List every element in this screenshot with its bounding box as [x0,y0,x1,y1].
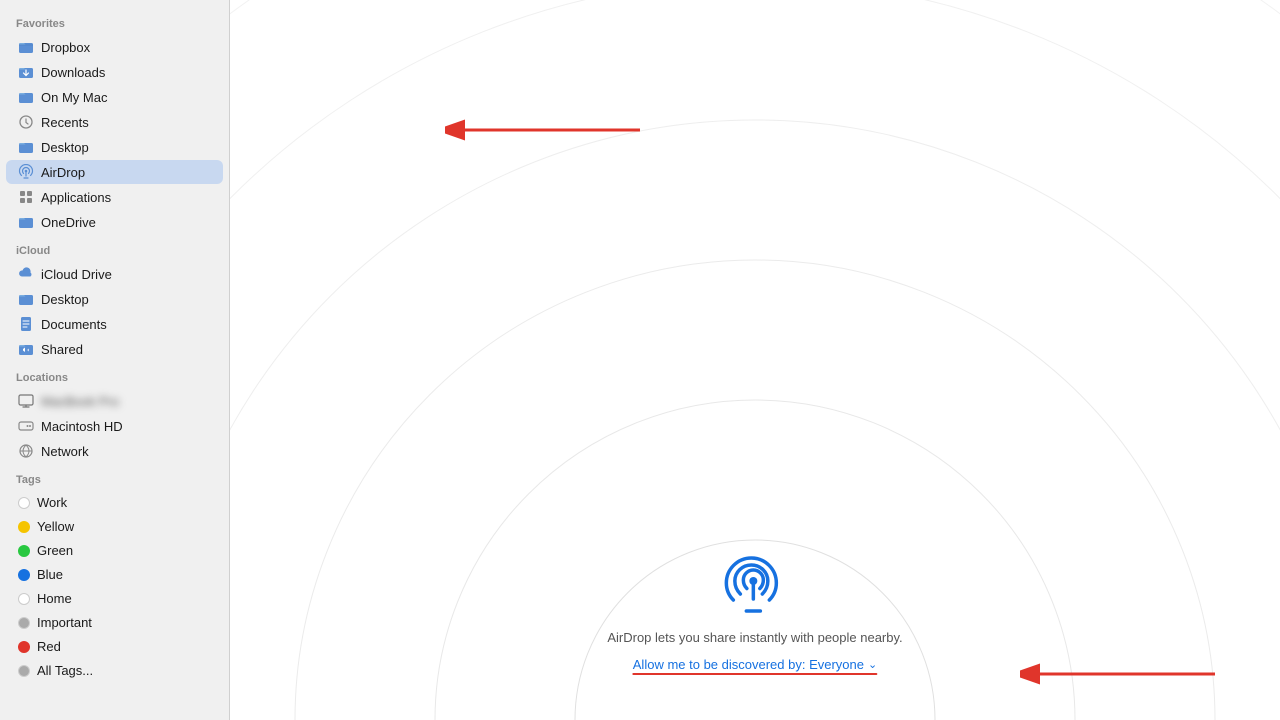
sidebar-item-shared[interactable]: Shared [6,337,223,361]
sidebar-item-desktop[interactable]: Desktop [6,135,223,159]
icloud-desktop-label: Desktop [41,292,89,307]
sidebar-item-all-tags[interactable]: All Tags... [6,659,223,682]
sidebar: Favorites Dropbox Downloads [0,0,230,720]
shared-icon [18,341,34,357]
arrow-bottom [1020,652,1220,702]
sidebar-item-red[interactable]: Red [6,635,223,658]
onedrive-label: OneDrive [41,215,96,230]
sidebar-item-green[interactable]: Green [6,539,223,562]
onedrive-icon [18,214,34,230]
sidebar-item-network[interactable]: Network [6,439,223,463]
network-label: Network [41,444,89,459]
tags-section-label: Tags [0,464,229,490]
important-dot [18,617,30,629]
airdrop-main-icon [723,554,787,618]
recents-icon [18,114,34,130]
green-dot [18,545,30,557]
all-tags-dot [18,665,30,677]
recents-label: Recents [41,115,89,130]
applications-label: Applications [41,190,111,205]
hd-icon [18,418,34,434]
important-label: Important [37,615,92,630]
sidebar-item-dropbox[interactable]: Dropbox [6,35,223,59]
work-dot [18,497,30,509]
main-content: AirDrop lets you share instantly with pe… [230,0,1280,720]
sidebar-item-icloud-desktop[interactable]: Desktop [6,287,223,311]
sidebar-item-yellow[interactable]: Yellow [6,515,223,538]
locations-section-label: Locations [0,362,229,388]
sidebar-item-work[interactable]: Work [6,491,223,514]
sidebar-item-recents[interactable]: Recents [6,110,223,134]
airdrop-center-content: AirDrop lets you share instantly with pe… [607,554,902,672]
airdrop-label: AirDrop [41,165,85,180]
this-mac-label: MacBook Pro [41,394,119,409]
on-my-mac-icon [18,89,34,105]
red-underline [633,673,877,675]
airdrop-description: AirDrop lets you share instantly with pe… [607,630,902,645]
icloud-desktop-icon [18,291,34,307]
all-tags-label: All Tags... [37,663,93,678]
favorites-section-label: Favorites [0,8,229,34]
documents-icon [18,316,34,332]
desktop-label: Desktop [41,140,89,155]
sidebar-item-this-mac[interactable]: MacBook Pro [6,389,223,413]
sidebar-item-airdrop[interactable]: AirDrop [6,160,223,184]
icloud-section-label: iCloud [0,235,229,261]
shared-label: Shared [41,342,83,357]
sidebar-item-home[interactable]: Home [6,587,223,610]
macintosh-hd-label: Macintosh HD [41,419,123,434]
monitor-icon [18,393,34,409]
sidebar-item-on-my-mac[interactable]: On My Mac [6,85,223,109]
desktop-icon [18,139,34,155]
sidebar-item-blue[interactable]: Blue [6,563,223,586]
on-my-mac-label: On My Mac [41,90,107,105]
dropbox-label: Dropbox [41,40,90,55]
sidebar-item-applications[interactable]: Applications [6,185,223,209]
blue-dot [18,569,30,581]
documents-label: Documents [41,317,107,332]
icloud-drive-label: iCloud Drive [41,267,112,282]
work-label: Work [37,495,67,510]
sidebar-item-onedrive[interactable]: OneDrive [6,210,223,234]
sidebar-item-documents[interactable]: Documents [6,312,223,336]
sidebar-item-downloads[interactable]: Downloads [6,60,223,84]
folder-icon [18,39,34,55]
applications-icon [18,189,34,205]
sidebar-item-icloud-drive[interactable]: iCloud Drive [6,262,223,286]
home-label: Home [37,591,72,606]
sidebar-item-important[interactable]: Important [6,611,223,634]
green-label: Green [37,543,73,558]
icloud-drive-icon [18,266,34,282]
downloads-icon [18,64,34,80]
yellow-label: Yellow [37,519,74,534]
home-dot [18,593,30,605]
arrow-left [445,108,645,158]
airdrop-discovered-link[interactable]: Allow me to be discovered by: Everyone ⌄ [633,657,877,672]
red-label: Red [37,639,61,654]
downloads-label: Downloads [41,65,105,80]
sidebar-item-macintosh-hd[interactable]: Macintosh HD [6,414,223,438]
network-icon [18,443,34,459]
red-dot [18,641,30,653]
yellow-dot [18,521,30,533]
blue-label: Blue [37,567,63,582]
airdrop-sidebar-icon [18,164,34,180]
